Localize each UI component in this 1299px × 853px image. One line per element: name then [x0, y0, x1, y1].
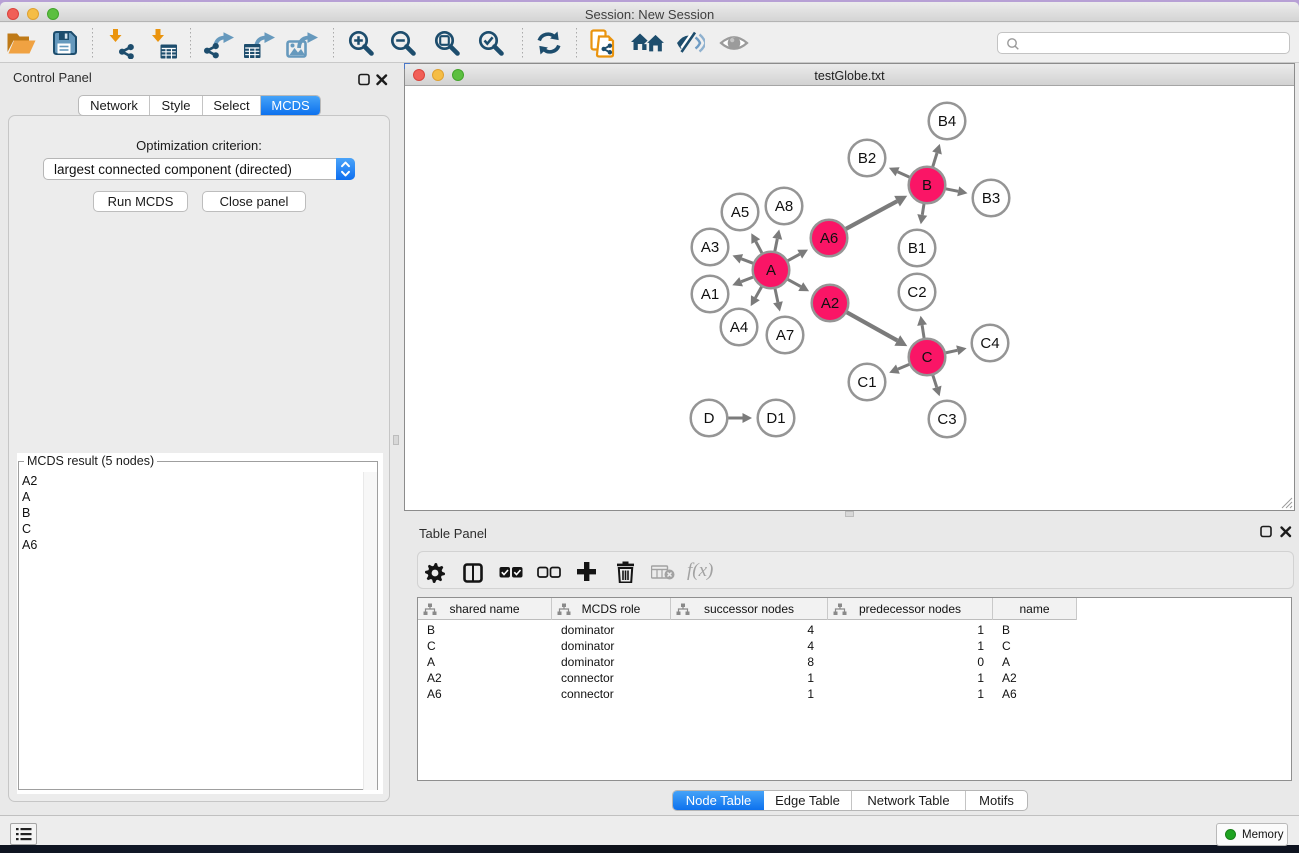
svg-text:B1: B1 — [908, 240, 926, 257]
svg-text:B: B — [922, 177, 932, 194]
svg-text:A1: A1 — [701, 286, 719, 303]
svg-text:C: C — [922, 349, 933, 366]
svg-text:A3: A3 — [701, 239, 719, 256]
svg-text:C3: C3 — [937, 411, 956, 428]
svg-text:B4: B4 — [938, 113, 956, 130]
svg-text:A: A — [766, 262, 776, 279]
svg-text:B2: B2 — [858, 150, 876, 167]
svg-text:C2: C2 — [907, 284, 926, 301]
svg-text:D: D — [704, 410, 715, 427]
svg-text:B3: B3 — [982, 190, 1000, 207]
svg-text:A7: A7 — [776, 327, 794, 344]
svg-text:A5: A5 — [731, 204, 749, 221]
svg-text:A6: A6 — [820, 230, 838, 247]
svg-text:A2: A2 — [821, 295, 839, 312]
svg-text:A8: A8 — [775, 198, 793, 215]
svg-text:A4: A4 — [730, 319, 748, 336]
svg-text:C1: C1 — [857, 374, 876, 391]
svg-text:D1: D1 — [766, 410, 785, 427]
svg-text:C4: C4 — [980, 335, 999, 352]
